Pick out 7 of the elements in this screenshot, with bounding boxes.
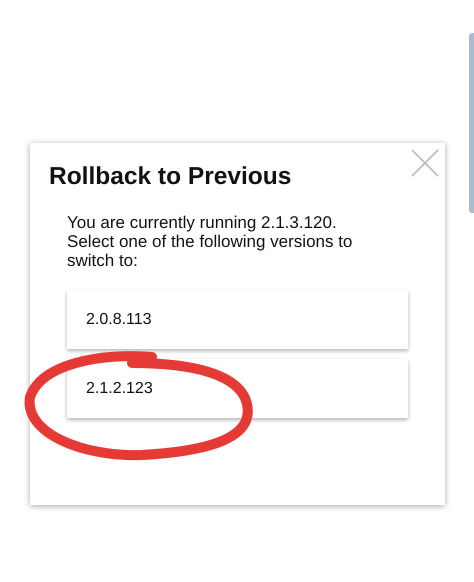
- scrollbar[interactable]: [469, 33, 474, 213]
- dialog-message: You are currently running 2.1.3.120. Select one of the following versions to switch to:: [67, 213, 354, 270]
- dialog-title: Rollback to Previous: [49, 163, 292, 191]
- version-button[interactable]: 2.0.8.113: [67, 290, 408, 349]
- close-icon: [409, 147, 441, 179]
- close-button[interactable]: [409, 147, 441, 179]
- version-button[interactable]: 2.1.2.123: [67, 359, 408, 418]
